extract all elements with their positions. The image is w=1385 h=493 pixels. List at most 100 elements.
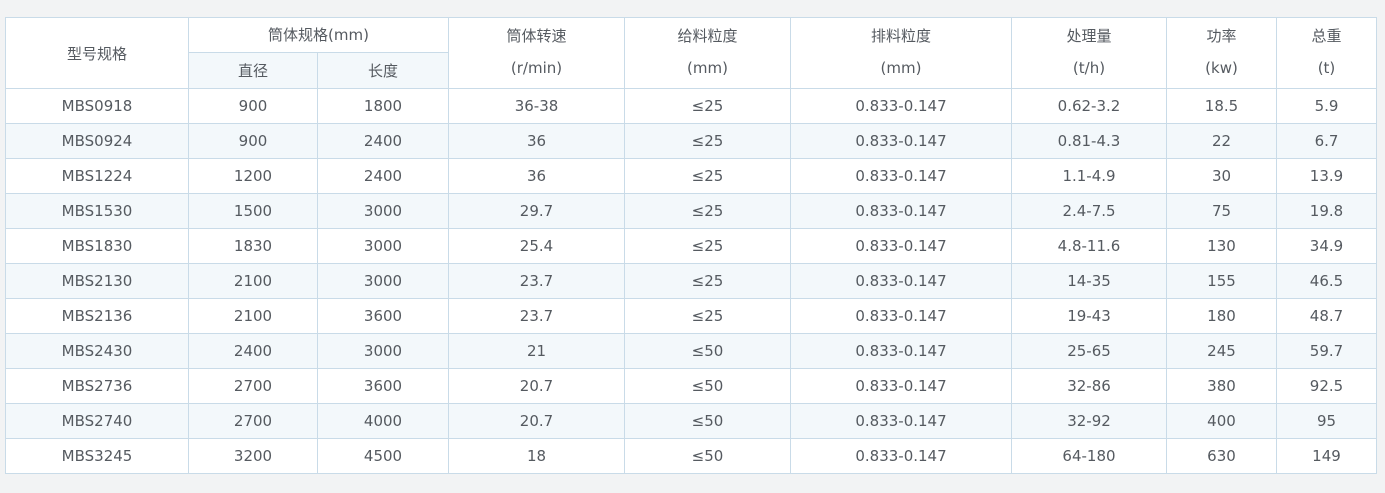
discharge-size-cell: 0.833-0.147 bbox=[790, 123, 1012, 159]
speed-cell: 36 bbox=[448, 158, 625, 194]
feed-size-cell: ≤25 bbox=[624, 228, 791, 264]
weight-cell: 95 bbox=[1276, 403, 1377, 439]
table-row: MBS2430 2400 3000 21 ≤50 0.833-0.147 25-65 245 5… bbox=[5, 333, 1377, 369]
capacity-cell: 32-86 bbox=[1011, 368, 1167, 404]
header-model: 型号规格 bbox=[5, 17, 189, 89]
table-row: MBS1224 1200 2400 36 ≤25 0.833-0.147 1.1-4.9 30… bbox=[5, 158, 1377, 194]
capacity-cell: 0.62-3.2 bbox=[1011, 88, 1167, 124]
discharge-size-cell: 0.833-0.147 bbox=[790, 438, 1012, 474]
length-cell: 3600 bbox=[317, 298, 449, 334]
weight-cell: 19.8 bbox=[1276, 193, 1377, 229]
header-feed-size: 给料粒度 (mm) bbox=[624, 17, 791, 89]
header-speed: 筒体转速 (r/min) bbox=[448, 17, 625, 89]
capacity-cell: 4.8-11.6 bbox=[1011, 228, 1167, 264]
model-cell: MBS1830 bbox=[5, 228, 189, 264]
weight-cell: 92.5 bbox=[1276, 368, 1377, 404]
capacity-cell: 19-43 bbox=[1011, 298, 1167, 334]
feed-size-cell: ≤25 bbox=[624, 123, 791, 159]
power-cell: 180 bbox=[1166, 298, 1277, 334]
feed-size-cell: ≤25 bbox=[624, 193, 791, 229]
capacity-cell: 1.1-4.9 bbox=[1011, 158, 1167, 194]
discharge-size-cell: 0.833-0.147 bbox=[790, 263, 1012, 299]
diameter-cell: 2400 bbox=[188, 333, 318, 369]
header-length: 长度 bbox=[317, 51, 449, 90]
weight-cell: 48.7 bbox=[1276, 298, 1377, 334]
header-capacity: 处理量 (t/h) bbox=[1011, 17, 1167, 89]
table-row: MBS0918 900 1800 36-38 ≤25 0.833-0.147 0.62-3.… bbox=[5, 88, 1377, 124]
diameter-cell: 2700 bbox=[188, 368, 318, 404]
weight-cell: 46.5 bbox=[1276, 263, 1377, 299]
length-cell: 4000 bbox=[317, 403, 449, 439]
feed-size-cell: ≤50 bbox=[624, 368, 791, 404]
feed-size-cell: ≤50 bbox=[624, 333, 791, 369]
weight-cell: 149 bbox=[1276, 438, 1377, 474]
length-cell: 3000 bbox=[317, 228, 449, 264]
diameter-cell: 2100 bbox=[188, 263, 318, 299]
diameter-cell: 1500 bbox=[188, 193, 318, 229]
power-cell: 22 bbox=[1166, 123, 1277, 159]
model-cell: MBS3245 bbox=[5, 438, 189, 474]
discharge-size-cell: 0.833-0.147 bbox=[790, 298, 1012, 334]
power-cell: 30 bbox=[1166, 158, 1277, 194]
table-row: MBS0924 900 2400 36 ≤25 0.833-0.147 0.81-4.3 22… bbox=[5, 123, 1377, 159]
power-cell: 18.5 bbox=[1166, 88, 1277, 124]
header-discharge-size: 排料粒度 (mm) bbox=[790, 17, 1012, 89]
spec-table: 型号规格 筒体规格(mm) 筒体转速 (r/min) 给料粒度 (mm) 排料粒… bbox=[5, 17, 1377, 474]
power-cell: 245 bbox=[1166, 333, 1277, 369]
feed-size-cell: ≤25 bbox=[624, 158, 791, 194]
weight-cell: 13.9 bbox=[1276, 158, 1377, 194]
table-header: 型号规格 筒体规格(mm) 筒体转速 (r/min) 给料粒度 (mm) 排料粒… bbox=[5, 17, 1377, 90]
capacity-cell: 25-65 bbox=[1011, 333, 1167, 369]
model-cell: MBS1224 bbox=[5, 158, 189, 194]
diameter-cell: 900 bbox=[188, 123, 318, 159]
table-row: MBS3245 3200 4500 18 ≤50 0.833-0.147 64-180 630… bbox=[5, 438, 1377, 474]
capacity-cell: 0.81-4.3 bbox=[1011, 123, 1167, 159]
table-row: MBS2740 2700 4000 20.7 ≤50 0.833-0.147 32-92 40… bbox=[5, 403, 1377, 439]
page: 型号规格 筒体规格(mm) 筒体转速 (r/min) 给料粒度 (mm) 排料粒… bbox=[0, 0, 1385, 493]
model-cell: MBS2136 bbox=[5, 298, 189, 334]
discharge-size-cell: 0.833-0.147 bbox=[790, 228, 1012, 264]
length-cell: 3000 bbox=[317, 333, 449, 369]
model-cell: MBS2736 bbox=[5, 368, 189, 404]
table-row: MBS1530 1500 3000 29.7 ≤25 0.833-0.147 2.4-7.5… bbox=[5, 193, 1377, 229]
power-cell: 630 bbox=[1166, 438, 1277, 474]
capacity-cell: 2.4-7.5 bbox=[1011, 193, 1167, 229]
diameter-cell: 900 bbox=[188, 88, 318, 124]
weight-cell: 34.9 bbox=[1276, 228, 1377, 264]
length-cell: 4500 bbox=[317, 438, 449, 474]
length-cell: 3000 bbox=[317, 193, 449, 229]
discharge-size-cell: 0.833-0.147 bbox=[790, 88, 1012, 124]
power-cell: 380 bbox=[1166, 368, 1277, 404]
speed-cell: 25.4 bbox=[448, 228, 625, 264]
speed-cell: 36-38 bbox=[448, 88, 625, 124]
speed-cell: 23.7 bbox=[448, 263, 625, 299]
header-weight: 总重 (t) bbox=[1276, 17, 1377, 89]
model-cell: MBS2430 bbox=[5, 333, 189, 369]
feed-size-cell: ≤25 bbox=[624, 88, 791, 124]
speed-cell: 29.7 bbox=[448, 193, 625, 229]
power-cell: 400 bbox=[1166, 403, 1277, 439]
power-cell: 130 bbox=[1166, 228, 1277, 264]
diameter-cell: 1830 bbox=[188, 228, 318, 264]
model-cell: MBS1530 bbox=[5, 193, 189, 229]
speed-cell: 23.7 bbox=[448, 298, 625, 334]
speed-cell: 20.7 bbox=[448, 403, 625, 439]
diameter-cell: 1200 bbox=[188, 158, 318, 194]
diameter-cell: 3200 bbox=[188, 438, 318, 474]
speed-cell: 18 bbox=[448, 438, 625, 474]
diameter-cell: 2700 bbox=[188, 403, 318, 439]
model-cell: MBS0924 bbox=[5, 123, 189, 159]
capacity-cell: 14-35 bbox=[1011, 263, 1167, 299]
header-diameter: 直径 bbox=[188, 51, 318, 90]
capacity-cell: 64-180 bbox=[1011, 438, 1167, 474]
feed-size-cell: ≤25 bbox=[624, 263, 791, 299]
length-cell: 2400 bbox=[317, 123, 449, 159]
speed-cell: 20.7 bbox=[448, 368, 625, 404]
model-cell: MBS2130 bbox=[5, 263, 189, 299]
discharge-size-cell: 0.833-0.147 bbox=[790, 158, 1012, 194]
capacity-cell: 32-92 bbox=[1011, 403, 1167, 439]
discharge-size-cell: 0.833-0.147 bbox=[790, 403, 1012, 439]
header-power: 功率 (kw) bbox=[1166, 17, 1277, 89]
table-row: MBS2136 2100 3600 23.7 ≤25 0.833-0.147 19-43 18… bbox=[5, 298, 1377, 334]
speed-cell: 36 bbox=[448, 123, 625, 159]
